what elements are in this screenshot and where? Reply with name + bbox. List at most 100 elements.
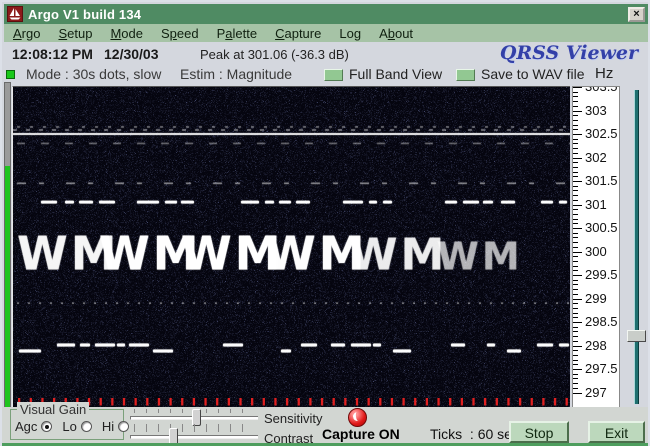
fsk-dash <box>507 350 521 353</box>
spectrogram-canvas[interactable]: WMWMWMWMWMWM <box>12 86 570 407</box>
fsk-dash <box>559 344 569 347</box>
axis-minor-tick <box>573 383 578 384</box>
fsk-dash <box>537 344 553 347</box>
menu-speed[interactable]: Speed <box>152 26 208 41</box>
morse-dash <box>79 201 93 204</box>
axis-minor-tick <box>573 219 578 220</box>
time-tick <box>181 398 183 406</box>
morse-dash <box>265 201 274 204</box>
menu-palette[interactable]: Palette <box>208 26 266 41</box>
time-tick <box>216 398 218 406</box>
scrollbar-thumb[interactable] <box>627 330 646 342</box>
fsk-dash <box>301 344 317 347</box>
morse-dash <box>41 201 57 204</box>
axis-major-tick <box>573 228 582 229</box>
axis-major-tick <box>573 87 582 88</box>
fsk-dash <box>57 344 75 347</box>
sensitivity-slider[interactable] <box>130 410 258 426</box>
axis-major-tick <box>573 322 582 323</box>
time-tick <box>566 398 568 406</box>
morse-dash <box>279 201 291 204</box>
time-tick <box>135 398 137 406</box>
axis-minor-tick <box>573 167 578 168</box>
gain-agc-label: Agc <box>15 419 37 434</box>
axis-minor-tick <box>573 247 578 248</box>
time-tick <box>193 398 195 406</box>
morse-dash <box>296 201 310 204</box>
time-tick <box>274 398 276 406</box>
morse-dash <box>241 201 259 204</box>
axis-minor-tick <box>573 115 578 116</box>
full-band-view-checkbox[interactable] <box>324 69 343 81</box>
menu-setup[interactable]: Setup <box>49 26 101 41</box>
gain-hi-radio[interactable] <box>118 421 129 432</box>
gain-radio-row: AgcLoHi <box>15 419 135 434</box>
save-wav-checkbox[interactable] <box>456 69 475 81</box>
axis-minor-tick <box>573 374 578 375</box>
morse-dash <box>99 201 115 204</box>
time-tick <box>158 398 160 406</box>
exit-button[interactable]: Exit <box>588 421 645 443</box>
scrollbar-track[interactable] <box>634 90 639 404</box>
morse-dash <box>65 201 74 204</box>
axis-label-299.5: 299.5 <box>585 268 618 282</box>
axis-major-tick <box>573 111 582 112</box>
axis-minor-tick <box>573 96 578 97</box>
time-tick <box>239 398 241 406</box>
gain-agc-radio[interactable] <box>41 421 52 432</box>
axis-label-300.5: 300.5 <box>585 221 618 235</box>
axis-minor-tick <box>573 139 578 140</box>
visual-gain-group: Visual Gain AgcLoHi <box>10 409 124 440</box>
axis-minor-tick <box>573 280 578 281</box>
axis-label-298.5: 298.5 <box>585 315 618 329</box>
menu-argo[interactable]: Argo <box>4 26 49 41</box>
clock-date: 12/30/03 <box>104 46 159 62</box>
time-tick <box>286 398 288 406</box>
level-meter <box>4 82 11 444</box>
mode-readout: Mode : 30s dots, slow <box>26 66 161 82</box>
axis-minor-tick <box>573 106 578 107</box>
axis-major-tick <box>573 275 582 276</box>
axis-major-tick <box>573 134 582 135</box>
time-tick <box>251 398 253 406</box>
morse-dash <box>383 201 392 204</box>
menu-capture[interactable]: Capture <box>266 26 330 41</box>
level-meter-fill <box>5 166 10 443</box>
fsk-dash <box>487 344 495 347</box>
fsk-dash <box>153 350 173 353</box>
axis-minor-tick <box>573 350 578 351</box>
axis-minor-tick <box>573 303 578 304</box>
wm-signal-text: WM <box>349 230 447 281</box>
gain-hi-label: Hi <box>102 419 114 434</box>
axis-minor-tick <box>573 364 578 365</box>
stop-button[interactable]: Stop <box>509 421 569 443</box>
time-tick <box>472 398 474 406</box>
time-tick <box>531 398 533 406</box>
time-tick <box>542 398 544 406</box>
axis-minor-tick <box>573 289 578 290</box>
time-tick <box>426 398 428 406</box>
axis-label-303.5: 303.5 <box>585 86 618 94</box>
title-bar[interactable]: Argo V1 build 134 × <box>4 4 648 24</box>
contrast-track[interactable] <box>130 435 258 439</box>
time-tick <box>554 398 556 406</box>
fsk-dash <box>451 344 465 347</box>
frequency-scrollbar[interactable] <box>622 86 650 410</box>
morse-dash <box>369 201 377 204</box>
menu-log[interactable]: Log <box>330 26 370 41</box>
axis-label-301.5: 301.5 <box>585 174 618 188</box>
menu-about[interactable]: About <box>370 26 422 41</box>
time-tick <box>507 398 509 406</box>
axis-minor-tick <box>573 327 578 328</box>
menu-mode[interactable]: Mode <box>101 26 152 41</box>
axis-minor-tick <box>573 331 578 332</box>
fsk-dash <box>281 350 291 353</box>
axis-minor-tick <box>573 355 578 356</box>
menu-bar: ArgoSetupModeSpeedPaletteCaptureLogAbout <box>4 24 648 42</box>
estim-readout: Estim : Magnitude <box>180 66 292 82</box>
close-button[interactable]: × <box>628 7 645 22</box>
time-tick <box>414 398 416 406</box>
time-tick <box>391 398 393 406</box>
axis-minor-tick <box>573 256 578 257</box>
gain-lo-radio[interactable] <box>81 421 92 432</box>
